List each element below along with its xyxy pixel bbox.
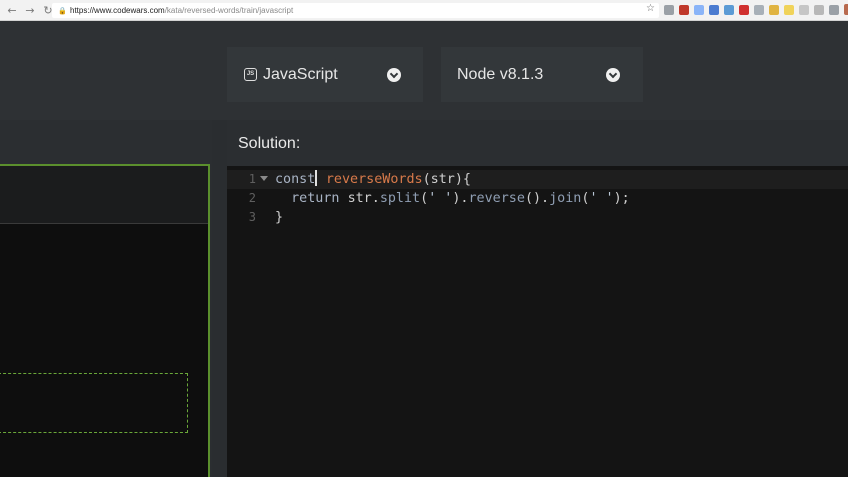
forward-icon[interactable]: →	[23, 3, 37, 17]
line-number: 2	[248, 191, 256, 205]
chevron-down-icon	[387, 67, 401, 82]
chevron-down-icon	[606, 67, 620, 82]
profile-avatar[interactable]	[844, 4, 848, 15]
code-text: }	[275, 208, 283, 227]
code-token: }	[275, 210, 284, 225]
code-editor[interactable]: 1 const reverseWords(str){ 2 return str.sp…	[227, 166, 848, 477]
extension-icon[interactable]	[784, 4, 794, 15]
code-token: (	[420, 191, 429, 206]
extension-icon[interactable]	[814, 4, 824, 15]
extension-icon[interactable]	[769, 4, 779, 15]
solution-title: Solution:	[227, 120, 848, 166]
instructions-tab-bar[interactable]	[0, 166, 208, 224]
code-token: split	[379, 191, 421, 206]
code-token: reverse	[468, 191, 525, 206]
code-token: reverseWords	[325, 172, 423, 187]
code-token: (str){	[422, 172, 471, 187]
code-token: return	[291, 191, 340, 206]
lock-icon: 🔒	[58, 6, 67, 15]
extension-icon[interactable]	[754, 4, 764, 15]
bookmark-star-icon[interactable]: ☆	[646, 3, 655, 14]
instructions-content	[0, 224, 208, 477]
page-header	[0, 21, 848, 120]
code-line[interactable]: 2 return str.split(' ').reverse().join('…	[227, 189, 848, 208]
line-number: 3	[248, 210, 256, 224]
url-path: /kata/reversed-words/train/javascript	[164, 6, 294, 15]
extension-icon[interactable]	[664, 4, 674, 15]
extension-icon[interactable]	[724, 4, 734, 15]
instructions-panel	[0, 120, 212, 477]
code-token: join	[549, 191, 582, 206]
js-icon: JS	[244, 68, 257, 81]
extension-icon[interactable]	[679, 4, 689, 15]
address-bar[interactable]: 🔒 https://www.codewars.com/kata/reversed…	[52, 3, 659, 18]
code-token: ).	[452, 191, 469, 206]
browser-toolbar: ← → ↻ 🔒 https://www.codewars.com/kata/re…	[0, 0, 848, 21]
panel-divider[interactable]	[212, 120, 227, 477]
url-host: https://www.codewars.com	[70, 6, 165, 15]
extension-icon[interactable]	[739, 4, 749, 15]
code-token: ().	[524, 191, 550, 206]
code-token: str.	[347, 191, 380, 206]
code-text: return str.split(' ').reverse().join(' '…	[275, 189, 630, 208]
language-select[interactable]: JS JavaScript	[227, 47, 423, 102]
drop-zone	[0, 373, 188, 433]
extension-icon[interactable]	[829, 4, 839, 15]
fold-arrow-icon[interactable]	[260, 176, 268, 181]
code-token: ' '	[589, 191, 614, 206]
runtime-version-select[interactable]: Node v8.1.3	[441, 47, 643, 102]
extension-icon[interactable]	[709, 4, 719, 15]
language-select-label: JavaScript	[263, 65, 338, 83]
text-cursor	[315, 170, 317, 186]
code-line[interactable]: 3}	[227, 208, 848, 227]
extension-icon[interactable]	[694, 4, 704, 15]
code-text: const reverseWords(str){	[275, 170, 471, 189]
extensions-tray: ⋮	[664, 4, 848, 15]
code-token: ' '	[428, 191, 453, 206]
code-token: const	[275, 172, 316, 187]
code-token: );	[613, 191, 630, 206]
line-number: 1	[248, 172, 256, 186]
back-icon[interactable]: ←	[5, 3, 19, 17]
code-line[interactable]: 1 const reverseWords(str){	[227, 170, 848, 189]
extension-icon[interactable]	[799, 4, 809, 15]
runtime-select-label: Node v8.1.3	[457, 65, 544, 83]
